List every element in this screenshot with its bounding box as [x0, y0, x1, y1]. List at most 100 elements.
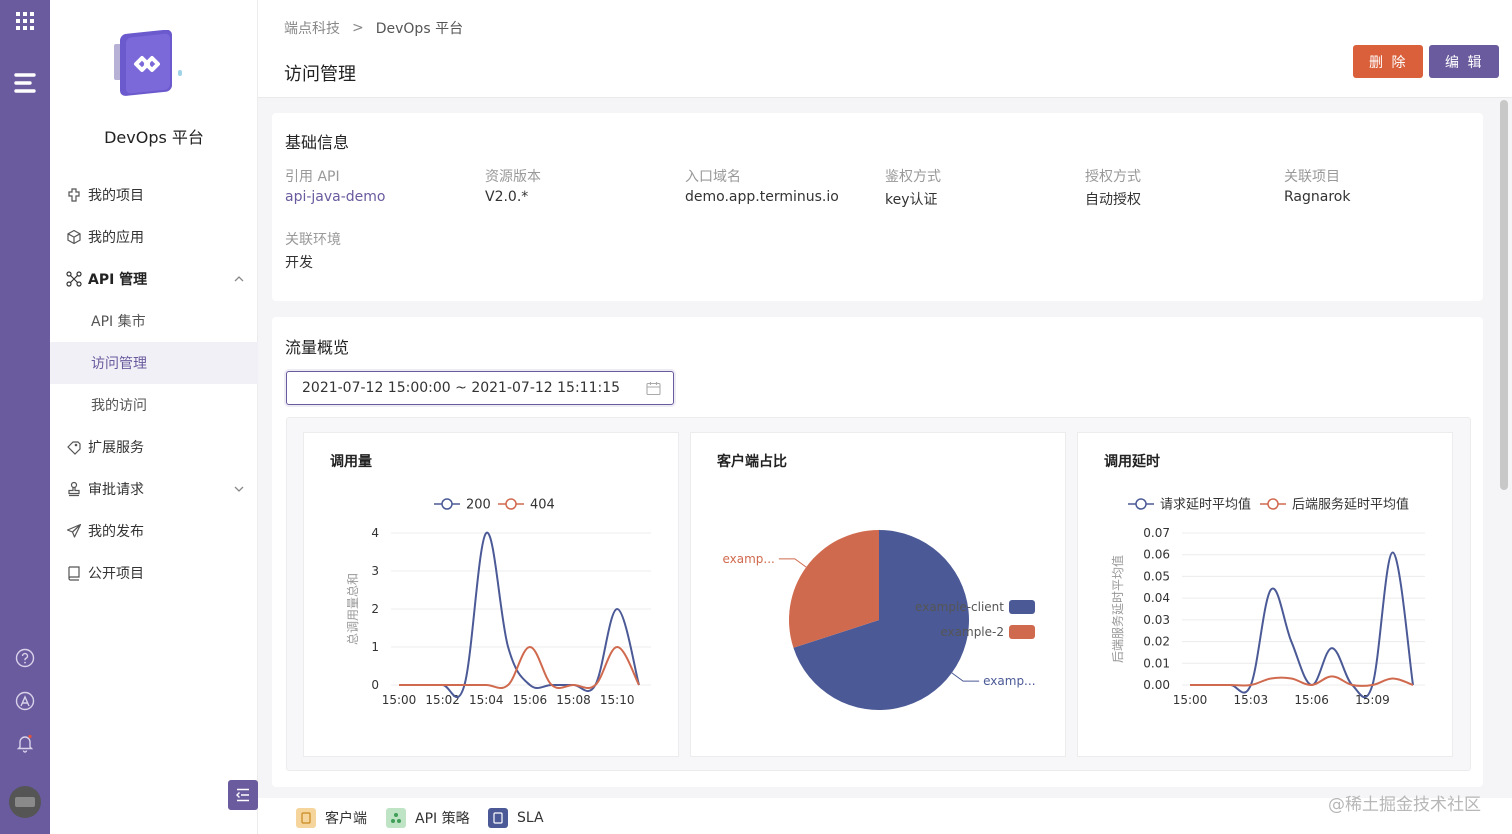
x-tick-label: 15:06 — [1294, 693, 1329, 707]
delete-button[interactable]: 删 除 — [1353, 45, 1424, 78]
tab-api-policy[interactable]: API 策略 — [386, 808, 470, 828]
legend-swatch-dot — [1135, 498, 1147, 510]
client-icon — [296, 808, 316, 828]
y-tick-label: 0 — [371, 678, 379, 692]
client-share-chart: 客户端占比 examp... examp... example-client exam… — [690, 432, 1066, 757]
apps-grid-icon[interactable] — [12, 8, 38, 34]
sidebar-item-label: 我的发布 — [88, 524, 144, 540]
sidebar-item-public-projects[interactable]: 公开项目 — [50, 552, 258, 594]
grant-label: 授权方式 — [1085, 169, 1141, 185]
basic-info-card — [272, 113, 1483, 301]
date-range-picker[interactable]: 2021-07-12 15:00:00 ~ 2021-07-12 15:11:1… — [286, 371, 674, 405]
sidebar-item-api-market[interactable]: API 集市 — [50, 300, 258, 342]
env-label: 关联环境 — [285, 232, 341, 248]
y-tick-label: 3 — [371, 564, 379, 578]
tab-label: 客户端 — [325, 811, 367, 827]
extension-icon — [66, 439, 82, 455]
project-label: 关联项目 — [1284, 169, 1340, 185]
latency-chart: 调用延时 请求延时平均值 后端服务延时平均值 0.00 0.01 0.02 0.03 0.0… — [1077, 432, 1453, 757]
sidebar-item-label: 扩展服务 — [88, 440, 144, 456]
legend-label: 请求延时平均值 — [1160, 497, 1251, 513]
traffic-title: 流量概览 — [285, 338, 350, 357]
call-volume-svg: 200 4040123415:00 15:02 15:04 15:06 15:08 15:1… — [346, 498, 651, 707]
sidebar-item-publish[interactable]: 我的发布 — [50, 510, 258, 552]
chevron-up-icon — [234, 276, 244, 282]
legend-swatch-dot — [505, 498, 517, 510]
legend-label: example-client — [915, 600, 1004, 614]
legend-label: 200 — [466, 498, 491, 513]
pie-slice-label: examp... — [722, 552, 774, 566]
chevron-down-icon — [234, 486, 244, 492]
x-tick-label: 15:10 — [600, 693, 635, 707]
y-tick-label: 0.01 — [1143, 656, 1170, 670]
legend-label: 后端服务延时平均值 — [1292, 497, 1409, 513]
sidebar-item-extension-services[interactable]: 扩展服务 — [50, 426, 258, 468]
platform-name: DevOps 平台 — [104, 128, 204, 147]
legend-swatch — [1009, 600, 1035, 614]
sidebar-item-apps[interactable]: 我的应用 — [50, 216, 258, 258]
y-tick-label: 0.02 — [1143, 635, 1170, 649]
domain-label: 入口域名 — [685, 169, 741, 185]
ref-api-link[interactable]: api-java-demo — [285, 189, 386, 205]
policy-icon — [386, 808, 406, 828]
pie-label-line — [778, 558, 807, 568]
pie-slice-label: examp... — [983, 674, 1035, 688]
tab-sla[interactable]: SLA — [488, 808, 544, 828]
detail-tabs: 客户端 API 策略 SLA — [258, 798, 1512, 834]
env-value: 开发 — [285, 255, 313, 271]
x-tick-label: 15:03 — [1234, 693, 1269, 707]
x-tick-label: 15:00 — [1173, 693, 1208, 707]
date-range-value: 2021-07-12 15:00:00 ~ 2021-07-12 15:11:1… — [302, 380, 621, 396]
y-tick-label: 2 — [371, 602, 379, 616]
help-icon[interactable] — [12, 645, 38, 671]
version-value: V2.0.* — [485, 189, 529, 205]
y-tick-label: 0.00 — [1143, 678, 1170, 692]
breadcrumb-org[interactable]: 端点科技 — [284, 18, 340, 38]
y-tick-label: 0.03 — [1143, 613, 1170, 627]
send-icon — [66, 523, 82, 539]
y-tick-label: 0.05 — [1143, 569, 1170, 583]
tab-label: API 策略 — [415, 811, 470, 827]
sla-icon — [488, 808, 508, 828]
page-scrollbar[interactable] — [1500, 100, 1508, 490]
tab-label: SLA — [517, 810, 544, 826]
sidebar-item-projects[interactable]: 我的项目 — [50, 174, 258, 216]
y-tick-label: 0.06 — [1143, 548, 1170, 562]
auth-value: key认证 — [885, 192, 938, 208]
version-label: 资源版本 — [485, 169, 541, 185]
icon-rail — [0, 0, 50, 834]
y-tick-label: 1 — [371, 640, 379, 654]
pie-label-line — [951, 672, 980, 682]
sidebar: DevOps 平台 我的项目 我的应用 API 管理 API 集市 访问管理 我… — [50, 0, 258, 834]
breadcrumb-platform[interactable]: DevOps 平台 — [376, 18, 463, 38]
legend-swatch — [1009, 625, 1035, 639]
sidebar-item-api-management[interactable]: API 管理 — [50, 258, 258, 300]
erda-logo-icon[interactable] — [12, 70, 38, 96]
latency-svg: 请求延时平均值 后端服务延时平均值0.000.010.020.030.040.05… — [1110, 497, 1425, 707]
y-tick-label: 4 — [371, 526, 379, 540]
api-nodes-icon — [66, 271, 82, 287]
watermark: @稀土掘金技术社区 — [1328, 795, 1481, 815]
avatar[interactable] — [9, 786, 41, 818]
sidebar-item-label: 审批请求 — [88, 482, 144, 498]
sidebar-item-my-access[interactable]: 我的访问 — [50, 384, 258, 426]
grant-value: 自动授权 — [1085, 192, 1141, 208]
user-settings-icon[interactable] — [12, 688, 38, 714]
sidebar-item-approval[interactable]: 审批请求 — [50, 468, 258, 510]
bell-icon[interactable] — [12, 730, 38, 756]
client-share-svg: examp... examp... example-client example-2 — [722, 530, 1036, 710]
menu-fold-icon — [236, 788, 249, 802]
collapse-sidebar-button[interactable] — [228, 780, 258, 810]
y-axis-label: 后端服务延时平均值 — [1110, 555, 1125, 663]
call-volume-chart: 调用量 200 404 0 1 2 3 4 15:00 15:02 15:04 15:06 15:08… — [303, 432, 679, 757]
puzzle-icon — [66, 187, 82, 203]
stamp-icon — [66, 481, 82, 497]
series-line-0 — [1190, 551, 1414, 699]
legend-swatch-dot — [441, 498, 453, 510]
sidebar-item-label: 公开项目 — [88, 566, 144, 582]
sidebar-item-label: 我的项目 — [88, 188, 144, 204]
sidebar-item-access-management[interactable]: 访问管理 — [50, 342, 258, 384]
edit-button[interactable]: 编 辑 — [1429, 45, 1500, 78]
tab-client[interactable]: 客户端 — [296, 808, 367, 828]
legend-swatch-dot — [1267, 498, 1279, 510]
